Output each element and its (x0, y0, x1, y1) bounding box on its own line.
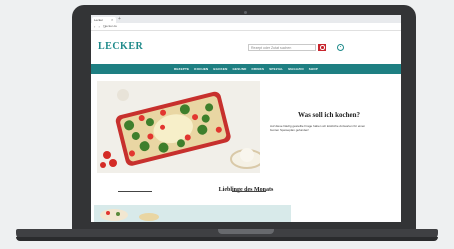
browser-tab-bar: Lecker × + (91, 15, 401, 23)
search-button[interactable] (318, 44, 326, 51)
menu-item[interactable]: BACKEN (213, 67, 227, 71)
menu-item[interactable]: REZEPTE (174, 67, 189, 71)
menu-item[interactable]: SPEZIAL (269, 67, 283, 71)
favorites-heading: Lieblinge des Monats (218, 187, 274, 193)
tab-title: Lecker (94, 18, 104, 22)
laptop-screen: Lecker × + ‹ › ↻ lecker.de LECKER Rezept… (91, 15, 401, 222)
hero-text-panel: Was soll ich kochen? Auf diese häufig ge… (264, 81, 394, 173)
search-input[interactable]: Rezept oder Zutat suchen (248, 44, 316, 51)
address-bar[interactable]: ‹ › ↻ lecker.de (91, 23, 401, 31)
casserole-illustration (97, 81, 260, 173)
user-account-icon[interactable] (337, 44, 344, 51)
hero-title[interactable]: Was soll ich kochen? (264, 111, 394, 119)
new-tab-icon[interactable]: + (118, 16, 121, 23)
menu-item[interactable]: KOCHEN (194, 67, 208, 71)
site-header: LECKER Rezept oder Zutat suchen (91, 31, 401, 61)
site-logo[interactable]: LECKER (98, 41, 143, 52)
url-text: lecker.de (105, 24, 118, 28)
hero-subtitle: Auf diese häufig gestellte Frage haben w… (270, 124, 366, 132)
menu-item[interactable]: DRINKS (252, 67, 265, 71)
menu-item[interactable]: SHOP (309, 67, 318, 71)
divider-right (232, 191, 266, 192)
search-icon (320, 45, 325, 50)
webcam (244, 11, 247, 14)
main-menu: REZEPTE KOCHEN BACKEN GESUND DRINKS SPEZ… (91, 64, 401, 74)
menu-item[interactable]: GESUND (232, 67, 246, 71)
laptop-notch (218, 229, 274, 234)
teaser-illustration (94, 205, 291, 222)
menu-item[interactable]: MAGAZIN (288, 67, 303, 71)
favorites-teaser-image[interactable] (94, 205, 291, 222)
hero-image[interactable] (97, 81, 260, 173)
